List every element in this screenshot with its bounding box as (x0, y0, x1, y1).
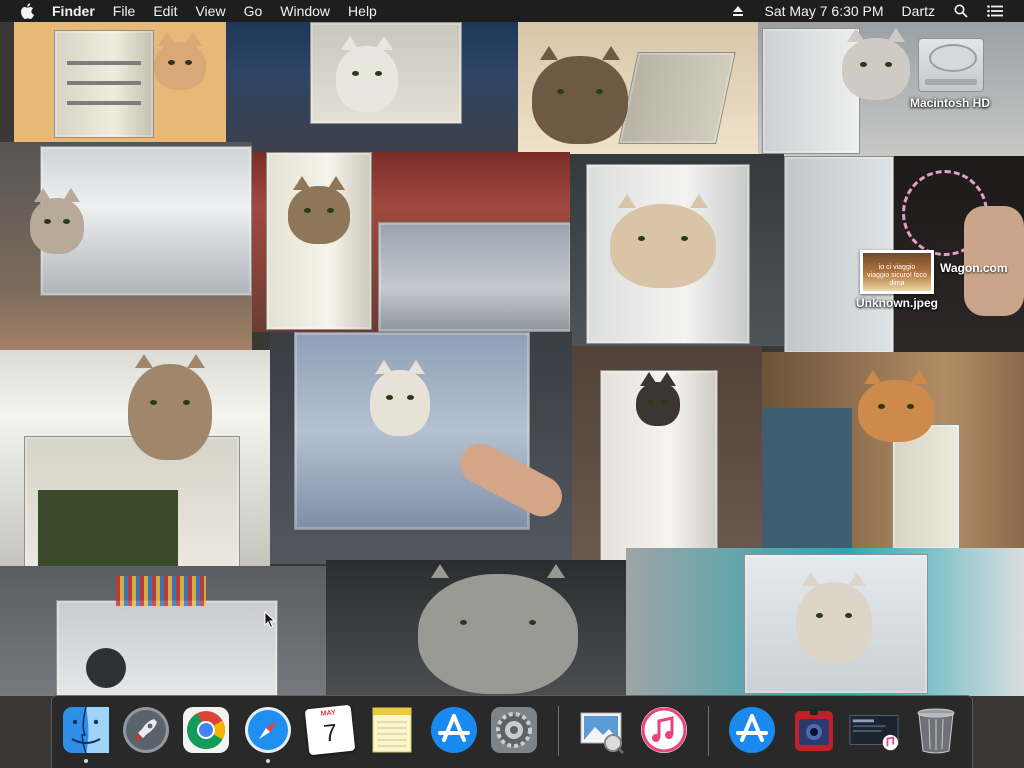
menu-view[interactable]: View (186, 0, 234, 22)
dock-item-trash[interactable] (910, 704, 962, 756)
eject-icon[interactable] (730, 3, 746, 19)
dock-item-recent-documents[interactable] (848, 704, 900, 756)
hard-drive-icon (916, 32, 984, 94)
document-stack-icon (849, 715, 899, 751)
wallpaper-photo (326, 560, 626, 696)
dock-separator (558, 706, 559, 756)
calendar-day: 7 (322, 719, 339, 748)
dock: MAY 7 (51, 695, 973, 768)
desktop-wallpaper (0, 0, 1024, 768)
mouse-pointer-icon (264, 610, 276, 634)
running-indicator (84, 759, 88, 763)
menu-window[interactable]: Window (271, 0, 339, 22)
notes-icon (372, 707, 412, 753)
notification-center-icon[interactable] (987, 3, 1003, 19)
spotlight-search-icon[interactable] (953, 3, 969, 19)
dock-item-google-chrome[interactable] (180, 704, 232, 756)
preview-icon (580, 712, 625, 755)
desktop-icon-label: Macintosh HD (910, 96, 991, 110)
menu-clock[interactable]: Sat May 7 6:30 PM (755, 0, 892, 22)
wallpaper-photo (762, 352, 1024, 550)
dock-item-calendar[interactable]: MAY 7 (304, 704, 356, 756)
wallpaper-photo (0, 350, 270, 568)
finder-icon (63, 706, 109, 754)
dock-item-itunes[interactable] (638, 704, 690, 756)
menu-bar-status-area: Sat May 7 6:30 PM Dartz (721, 0, 1024, 22)
partial-desktop-label[interactable]: Wagon.com (940, 261, 1008, 275)
desktop-icon-unknown-jpeg[interactable]: io ci viaggio viaggio sicuro! foco dima … (856, 250, 938, 310)
chrome-icon (183, 707, 229, 753)
wallpaper-photo (626, 548, 1024, 696)
launchpad-rocket-icon (123, 707, 169, 753)
trash-icon (917, 708, 955, 754)
dock-item-photo-booth[interactable] (788, 704, 840, 756)
dock-item-system-preferences[interactable] (488, 704, 540, 756)
dock-item-preview[interactable] (576, 704, 628, 756)
dock-item-notes[interactable] (366, 704, 418, 756)
wallpaper-photo (14, 22, 226, 142)
dock-item-finder[interactable] (60, 704, 112, 763)
itunes-icon (641, 707, 687, 753)
wallpaper-photo (572, 346, 762, 574)
wallpaper-photo (226, 22, 518, 152)
menu-help[interactable]: Help (339, 0, 386, 22)
dock-separator (708, 706, 709, 756)
menu-go[interactable]: Go (235, 0, 272, 22)
desktop-icon-macintosh-hd[interactable]: Macintosh HD (910, 32, 990, 110)
wallpaper-photo (270, 332, 572, 564)
app-store-icon (431, 707, 477, 753)
menu-edit[interactable]: Edit (144, 0, 186, 22)
image-file-icon: io ci viaggio viaggio sicuro! foco dima (860, 250, 934, 294)
app-store-icon (729, 707, 775, 753)
wallpaper-photo (252, 152, 570, 332)
menu-file[interactable]: File (104, 0, 145, 22)
safari-compass-icon (245, 707, 291, 753)
calendar-icon: MAY 7 (304, 704, 356, 756)
wallpaper-photo (570, 154, 784, 346)
image-thumbnail-caption: io ci viaggio viaggio sicuro! foco dima (867, 264, 927, 287)
photo-booth-icon (795, 709, 833, 751)
dock-item-app-store[interactable] (428, 704, 480, 756)
menu-app-name[interactable]: Finder (46, 0, 104, 22)
apple-icon[interactable] (18, 2, 36, 20)
menu-user-name[interactable]: Dartz (893, 0, 944, 22)
menu-bar: Finder File Edit View Go Window Help Sat… (0, 0, 1024, 22)
desktop-icon-label: Unknown.jpeg (856, 296, 938, 310)
dock-item-app-store-2[interactable] (726, 704, 778, 756)
dock-item-launchpad[interactable] (120, 704, 172, 756)
wallpaper-photo (0, 566, 326, 696)
running-indicator (266, 759, 270, 763)
wallpaper-photo (0, 142, 252, 352)
dock-item-safari[interactable] (242, 704, 294, 763)
wallpaper-photo (518, 22, 758, 154)
system-preferences-gear-icon (491, 707, 537, 753)
